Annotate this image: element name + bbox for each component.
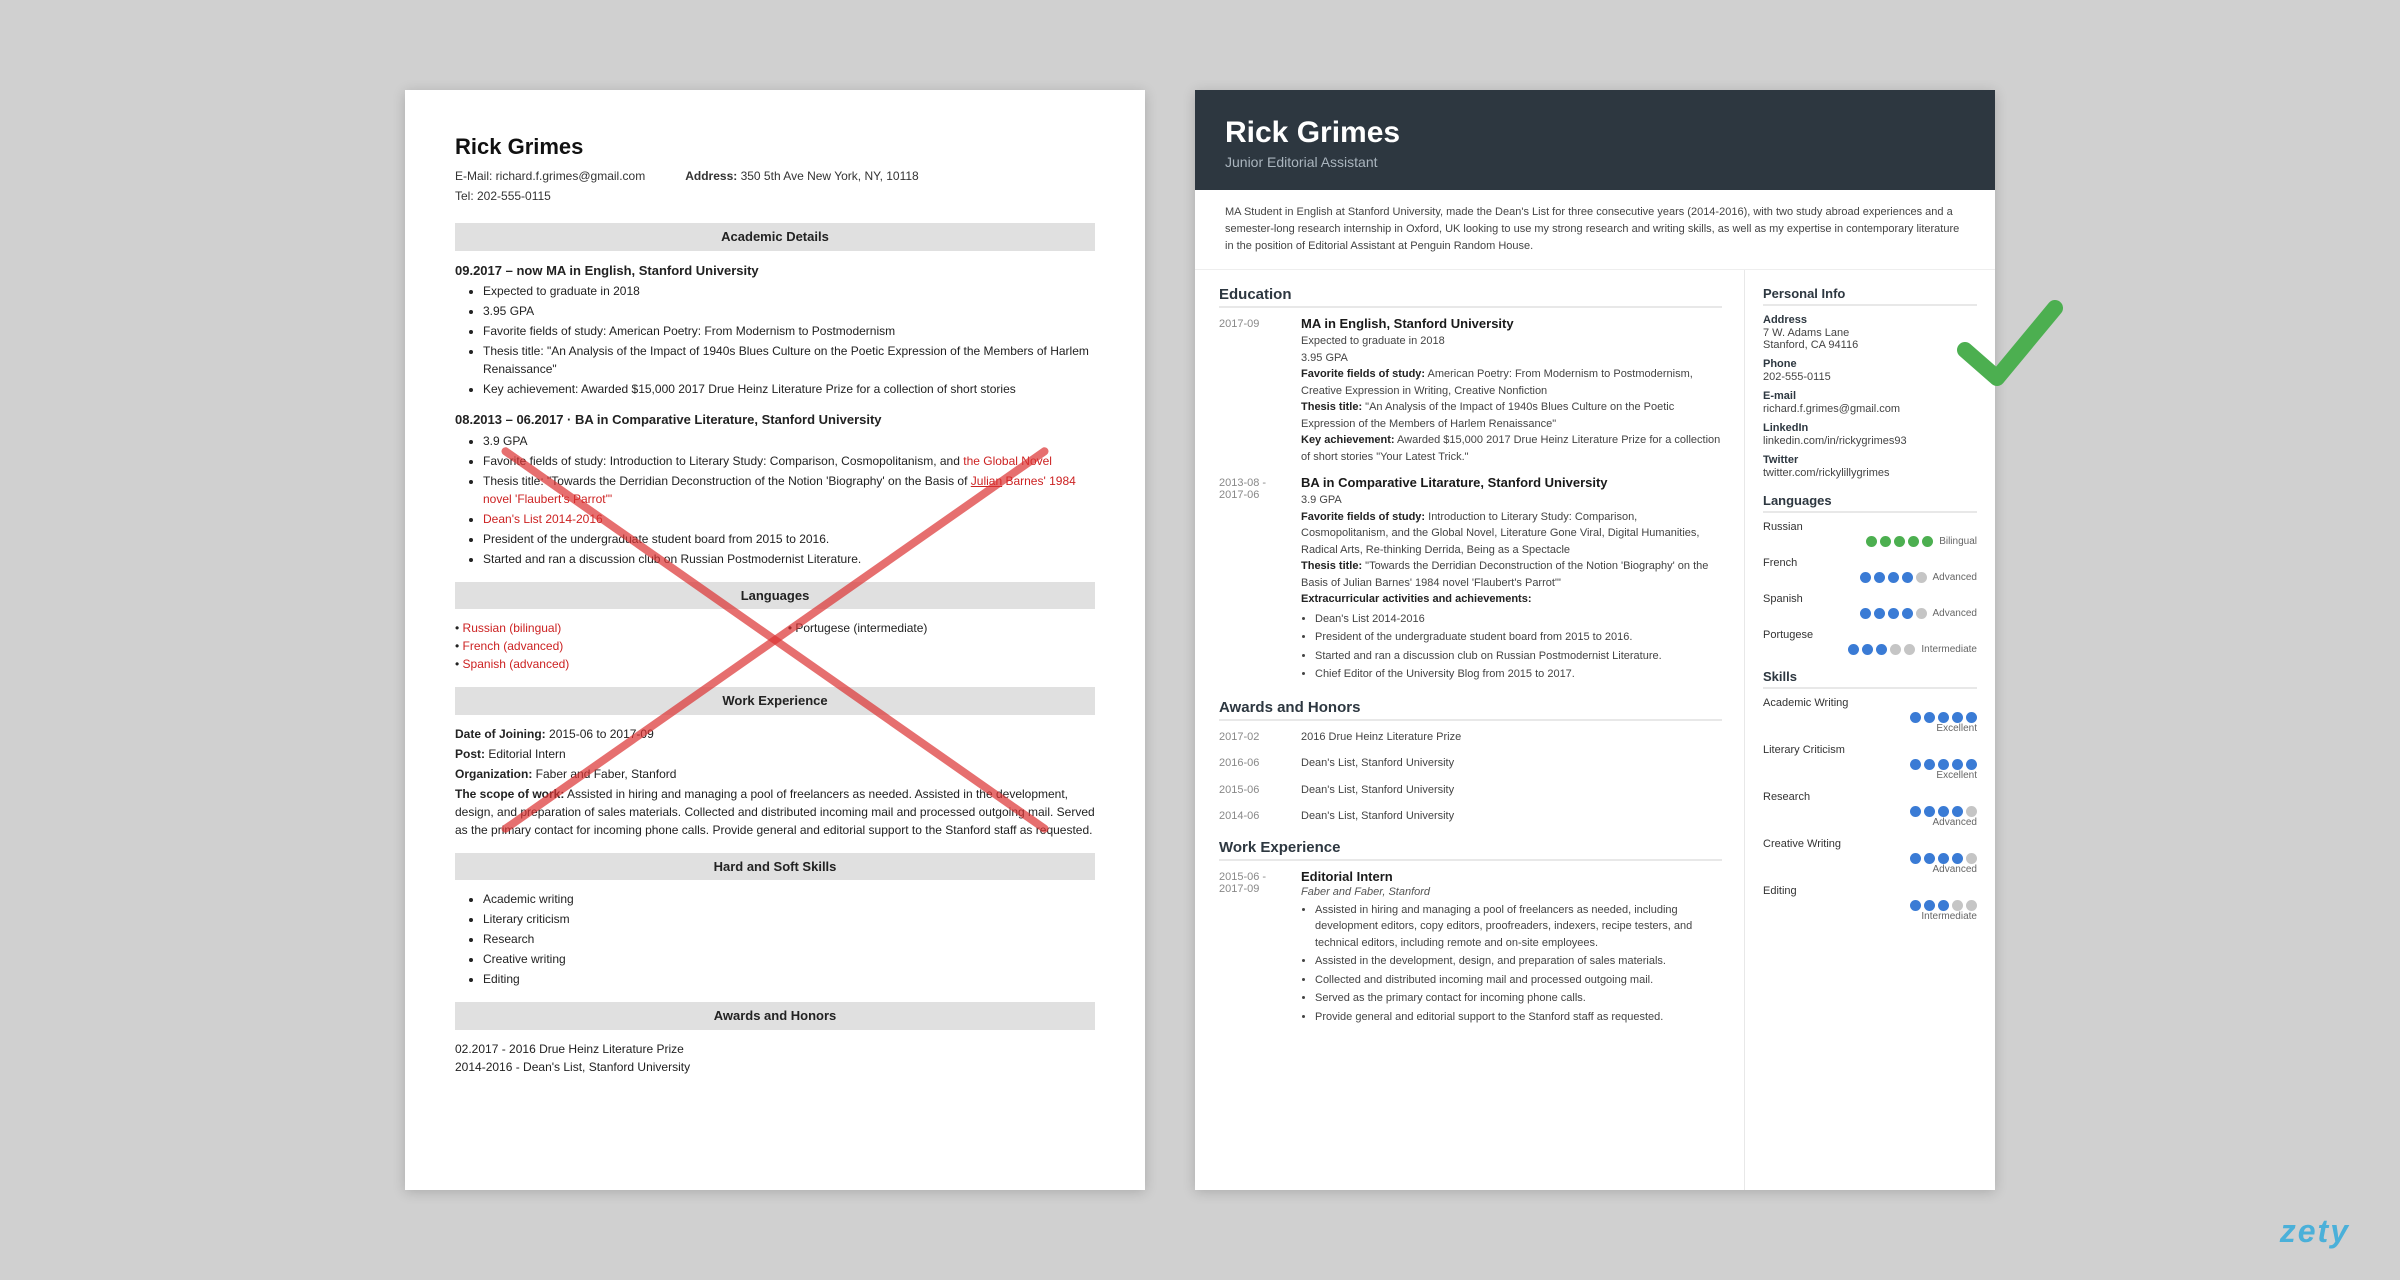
right-name: Rick Grimes — [1225, 116, 1965, 150]
list-item: Favorite fields of study: Introduction t… — [483, 452, 1095, 470]
left-email: E-Mail: richard.f.grimes@gmail.com — [455, 167, 645, 185]
left-lang-left: • Russian (bilingual) • French (advanced… — [455, 619, 762, 673]
left-name: Rick Grimes — [455, 130, 1095, 163]
right-award-1: 2017-02 2016 Drue Heinz Literature Prize — [1219, 729, 1722, 746]
list-item: Expected to graduate in 2018 — [483, 282, 1095, 300]
sidebar-email-label: E-mail — [1763, 390, 1977, 402]
right-education-title: Education — [1219, 286, 1722, 308]
left-skills-header: Hard and Soft Skills — [455, 853, 1095, 881]
right-award-2: 2016-06 Dean's List, Stanford University — [1219, 755, 1722, 772]
left-ma-bullets: Expected to graduate in 2018 3.95 GPA Fa… — [483, 282, 1095, 398]
list-item: Research — [483, 930, 1095, 948]
left-lang-right: • Portugese (intermediate) — [788, 619, 1095, 637]
sidebar-email-value: richard.f.grimes@gmail.com — [1763, 403, 1977, 415]
left-ma-date: 09.2017 – now MA in English, Stanford Un… — [455, 261, 1095, 281]
right-body: Education 2017-09 MA in English, Stanfor… — [1195, 270, 1995, 1190]
list-item: Dean's List 2014-2016 — [483, 510, 1095, 528]
resumes-wrapper: Rick Grimes E-Mail: richard.f.grimes@gma… — [405, 90, 1995, 1190]
right-summary: MA Student in English at Stanford Univer… — [1195, 190, 1995, 270]
list-item: Favorite fields of study: American Poetr… — [483, 322, 1095, 340]
list-item: Chief Editor of the University Blog from… — [1315, 666, 1722, 683]
green-checkmark-wrapper — [1955, 290, 2065, 405]
list-item: Key achievement: Awarded $15,000 2017 Dr… — [483, 380, 1095, 398]
list-item: Provide general and editorial support to… — [1315, 1009, 1722, 1026]
list-item: 02.2017 - 2016 Drue Heinz Literature Pri… — [455, 1040, 1095, 1058]
list-item: Thesis title: "An Analysis of the Impact… — [483, 342, 1095, 378]
sidebar-linkedin-label: LinkedIn — [1763, 422, 1977, 434]
list-item: President of the undergraduate student b… — [1315, 629, 1722, 646]
resume-right: Rick Grimes Junior Editorial Assistant M… — [1195, 90, 1995, 1190]
right-sidebar: Personal Info Address 7 W. Adams LaneSta… — [1745, 270, 1995, 1190]
list-item: Served as the primary contact for incomi… — [1315, 990, 1722, 1007]
left-address: Address: 350 5th Ave New York, NY, 10118 — [685, 167, 919, 185]
list-item: Collected and distributed incoming mail … — [1315, 972, 1722, 989]
left-contact: E-Mail: richard.f.grimes@gmail.com Tel: … — [455, 167, 1095, 205]
left-lang-row: • Russian (bilingual) • French (advanced… — [455, 619, 1095, 673]
list-item: Thesis title: "Towards the Derridian Dec… — [483, 472, 1095, 508]
left-lang-header: Languages — [455, 582, 1095, 610]
list-item: President of the undergraduate student b… — [483, 530, 1095, 548]
sidebar-skill-academic-writing: Academic Writing Excellent — [1763, 697, 1977, 734]
sidebar-phone-value: 202-555-0115 — [1763, 371, 1977, 383]
right-work-title: Work Experience — [1219, 839, 1722, 861]
left-ba-date: 08.2013 – 06.2017 · BA in Comparative Li… — [455, 410, 1095, 430]
left-academic-header: Academic Details — [455, 223, 1095, 251]
list-item: Assisted in hiring and managing a pool o… — [1315, 902, 1722, 952]
right-main: Education 2017-09 MA in English, Stanfor… — [1195, 270, 1745, 1190]
sidebar-lang-portugese: Portugese Intermediate — [1763, 629, 1977, 655]
sidebar-address-label: Address — [1763, 314, 1977, 326]
left-work-entry: Date of Joining: 2015-06 to 2017-09 Post… — [455, 725, 1095, 839]
sidebar-twitter-value: twitter.com/rickylillygrimes — [1763, 467, 1977, 479]
right-title: Junior Editorial Assistant — [1225, 154, 1965, 170]
list-item: Started and ran a discussion club on Rus… — [483, 550, 1095, 568]
resume-left: Rick Grimes E-Mail: richard.f.grimes@gma… — [405, 90, 1145, 1190]
list-item: Literary criticism — [483, 910, 1095, 928]
left-awards-list: 02.2017 - 2016 Drue Heinz Literature Pri… — [455, 1040, 1095, 1076]
sidebar-languages-title: Languages — [1763, 493, 1977, 513]
sidebar-personal-title: Personal Info — [1763, 286, 1977, 306]
list-item: 3.95 GPA — [483, 302, 1095, 320]
sidebar-skill-editing: Editing Intermediate — [1763, 885, 1977, 922]
list-item: Dean's List 2014-2016 — [1315, 611, 1722, 628]
left-tel: Tel: 202-555-0115 — [455, 187, 645, 205]
right-work-entry: 2015-06 -2017-09 Editorial Intern Faber … — [1219, 869, 1722, 1028]
right-awards-title: Awards and Honors — [1219, 699, 1722, 721]
sidebar-twitter-label: Twitter — [1763, 454, 1977, 466]
left-work-header: Work Experience — [455, 687, 1095, 715]
right-award-3: 2015-06 Dean's List, Stanford University — [1219, 782, 1722, 799]
sidebar-skill-research: Research Advanced — [1763, 791, 1977, 828]
sidebar-linkedin-value: linkedin.com/in/rickygrimes93 — [1763, 435, 1977, 447]
sidebar-skill-literary-criticism: Literary Criticism Excellent — [1763, 744, 1977, 781]
right-edu-ma: 2017-09 MA in English, Stanford Universi… — [1219, 316, 1722, 465]
sidebar-lang-spanish: Spanish Advanced — [1763, 593, 1977, 619]
sidebar-skills-title: Skills — [1763, 669, 1977, 689]
left-skills-list: Academic writing Literary criticism Rese… — [483, 890, 1095, 988]
left-ba-bullets: 3.9 GPA Favorite fields of study: Introd… — [483, 432, 1095, 568]
right-award-4: 2014-06 Dean's List, Stanford University — [1219, 808, 1722, 825]
sidebar-lang-russian: Russian Bilingual — [1763, 521, 1977, 547]
list-item: Assisted in the development, design, and… — [1315, 953, 1722, 970]
sidebar-lang-french: French Advanced — [1763, 557, 1977, 583]
right-header: Rick Grimes Junior Editorial Assistant — [1195, 90, 1995, 190]
sidebar-skill-creative-writing: Creative Writing Advanced — [1763, 838, 1977, 875]
zety-brand: zety — [2280, 1213, 2350, 1250]
list-item: Creative writing — [483, 950, 1095, 968]
list-item: 3.9 GPA — [483, 432, 1095, 450]
sidebar-address-value: 7 W. Adams LaneStanford, CA 94116 — [1763, 327, 1977, 351]
left-awards-header: Awards and Honors — [455, 1002, 1095, 1030]
list-item: Academic writing — [483, 890, 1095, 908]
list-item: Editing — [483, 970, 1095, 988]
list-item: 2014-2016 - Dean's List, Stanford Univer… — [455, 1058, 1095, 1076]
green-checkmark-icon — [1955, 290, 2065, 400]
right-edu-ba: 2013-08 -2017-06 BA in Comparative Litar… — [1219, 475, 1722, 685]
sidebar-phone-label: Phone — [1763, 358, 1977, 370]
list-item: Started and ran a discussion club on Rus… — [1315, 648, 1722, 665]
